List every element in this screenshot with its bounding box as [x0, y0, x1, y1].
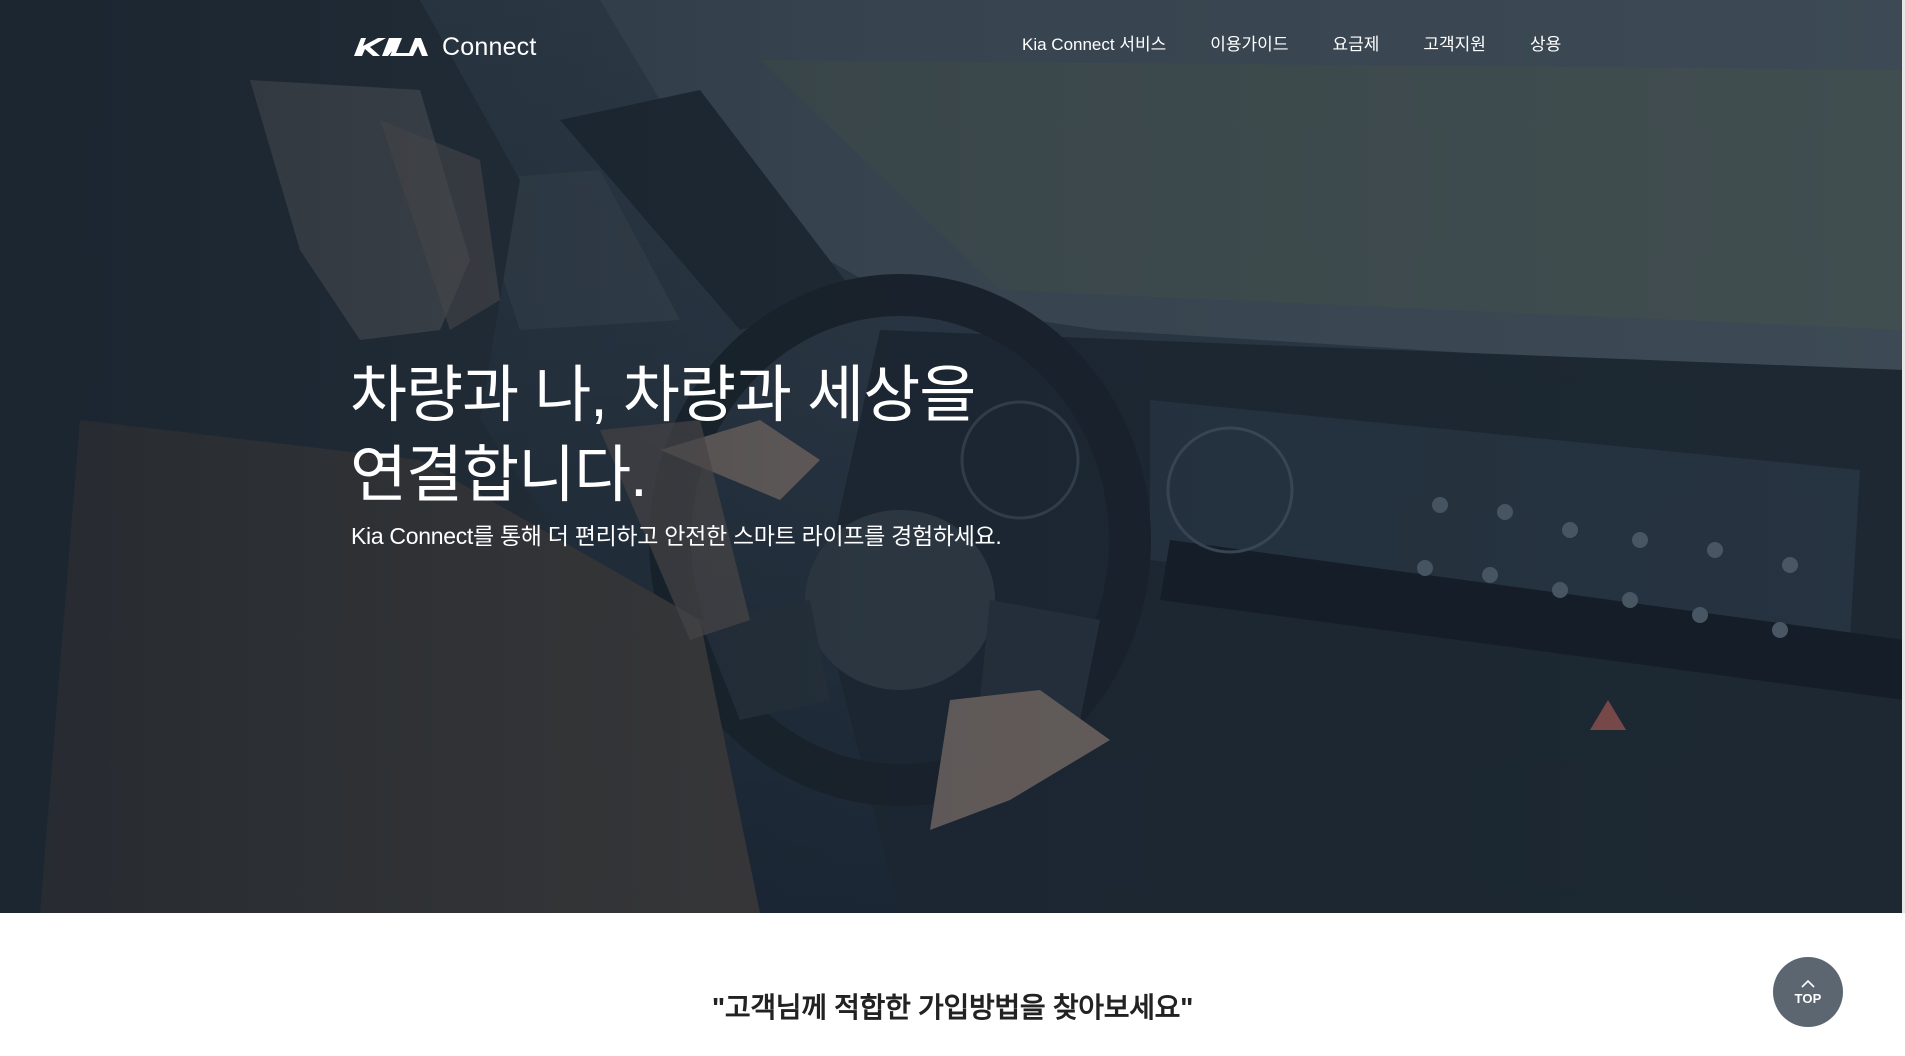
- nav-item-pricing-plan[interactable]: 요금제: [1332, 33, 1379, 57]
- nav-item-commercial[interactable]: 상용: [1530, 33, 1561, 57]
- nav-item-usage-guide[interactable]: 이용가이드: [1210, 33, 1288, 57]
- hero-subtitle: Kia Connect를 통해 더 편리하고 안전한 스마트 라이프를 경험하세…: [351, 523, 1002, 549]
- kia-connect-logo[interactable]: Connect: [352, 33, 537, 61]
- main-navigation: Kia Connect 서비스 이용가이드 요금제 고객지원 상용: [1022, 33, 1561, 57]
- chevron-up-icon: [1801, 979, 1815, 988]
- nav-item-kia-connect-service[interactable]: Kia Connect 서비스: [1022, 33, 1166, 57]
- hero-section: Connect Kia Connect 서비스 이용가이드 요금제 고객지원 상…: [0, 0, 1905, 913]
- hero-title-line-1: 차량과 나, 차량과 세상을: [350, 361, 976, 430]
- join-method-heading: "고객님께 적합한 가입방법을 찾아보세요": [711, 992, 1194, 1023]
- logo-text: Connect: [442, 32, 537, 61]
- site-header: Connect Kia Connect 서비스 이용가이드 요금제 고객지원 상…: [0, 0, 1905, 92]
- scroll-to-top-button[interactable]: TOP: [1773, 957, 1843, 1027]
- nav-item-customer-support[interactable]: 고객지원: [1423, 33, 1486, 57]
- top-button-label: TOP: [1794, 990, 1822, 1006]
- hero-title: 차량과 나, 차량과 세상을 연결합니다.: [350, 356, 1050, 516]
- hero-title-line-2: 연결합니다.: [350, 441, 647, 510]
- kia-logo-icon: [354, 38, 428, 56]
